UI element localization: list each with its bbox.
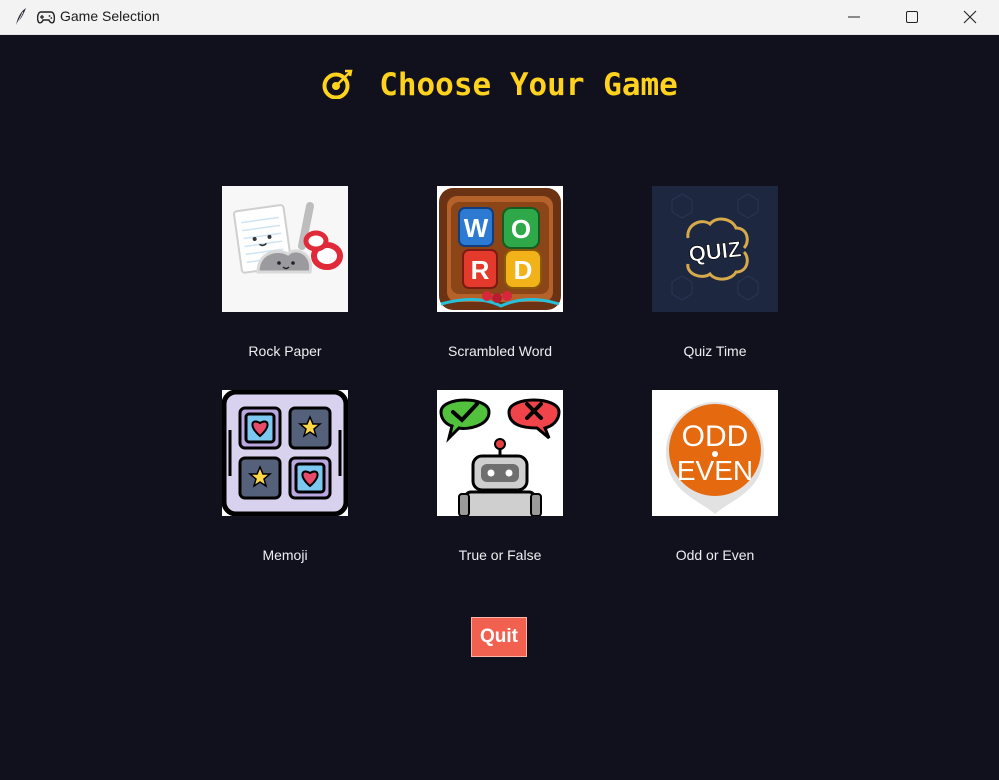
feather-icon: [15, 8, 26, 27]
maximize-button[interactable]: [883, 0, 941, 34]
game-label: Odd or Even: [675, 547, 755, 563]
odd-even-icon: ODD EVEN: [652, 390, 778, 516]
tile-letter: O: [511, 214, 531, 244]
window-titlebar: Game Selection: [0, 0, 999, 35]
target-icon: [322, 69, 353, 99]
minimize-button[interactable]: [825, 0, 883, 34]
game-tile-rock-paper[interactable]: [222, 186, 348, 312]
game-label: True or False: [458, 547, 542, 563]
game-label: Scrambled Word: [447, 343, 552, 359]
game-tile-true-or-false[interactable]: [437, 390, 563, 516]
tile-letter: W: [464, 213, 489, 243]
page-title: Choose Your Game: [0, 67, 999, 103]
quiz-brain-icon: QUIZ: [652, 186, 778, 312]
game-label: Memoji: [262, 547, 308, 563]
tile-letter: R: [471, 255, 490, 285]
close-button[interactable]: [941, 0, 999, 34]
game-label: Quiz Time: [683, 343, 747, 359]
game-label: Rock Paper: [248, 343, 322, 359]
game-selection-panel: Choose Your Game Rock Paper W O R D Scra…: [0, 35, 999, 780]
game-tile-quiz-time[interactable]: QUIZ: [652, 186, 778, 312]
minimize-icon: [848, 16, 860, 18]
window-title: Game Selection: [60, 8, 160, 24]
quit-button[interactable]: Quit: [471, 617, 527, 657]
odd-text: ODD: [682, 420, 749, 453]
heading-text: Choose Your Game: [379, 67, 678, 103]
robot-true-false-icon: [437, 390, 563, 516]
maximize-icon: [906, 11, 918, 23]
tile-letter: D: [514, 255, 533, 285]
word-blocks-icon: W O R D: [437, 186, 563, 312]
even-text: EVEN: [677, 455, 753, 486]
game-tile-scrambled-word[interactable]: W O R D: [437, 186, 563, 312]
game-tile-odd-or-even[interactable]: ODD EVEN: [652, 390, 778, 516]
game-tile-memoji[interactable]: [222, 390, 348, 516]
gamepad-icon: [37, 11, 55, 24]
memory-cards-icon: [222, 390, 348, 516]
close-icon: [963, 10, 977, 24]
rock-paper-scissors-icon: [222, 186, 348, 312]
